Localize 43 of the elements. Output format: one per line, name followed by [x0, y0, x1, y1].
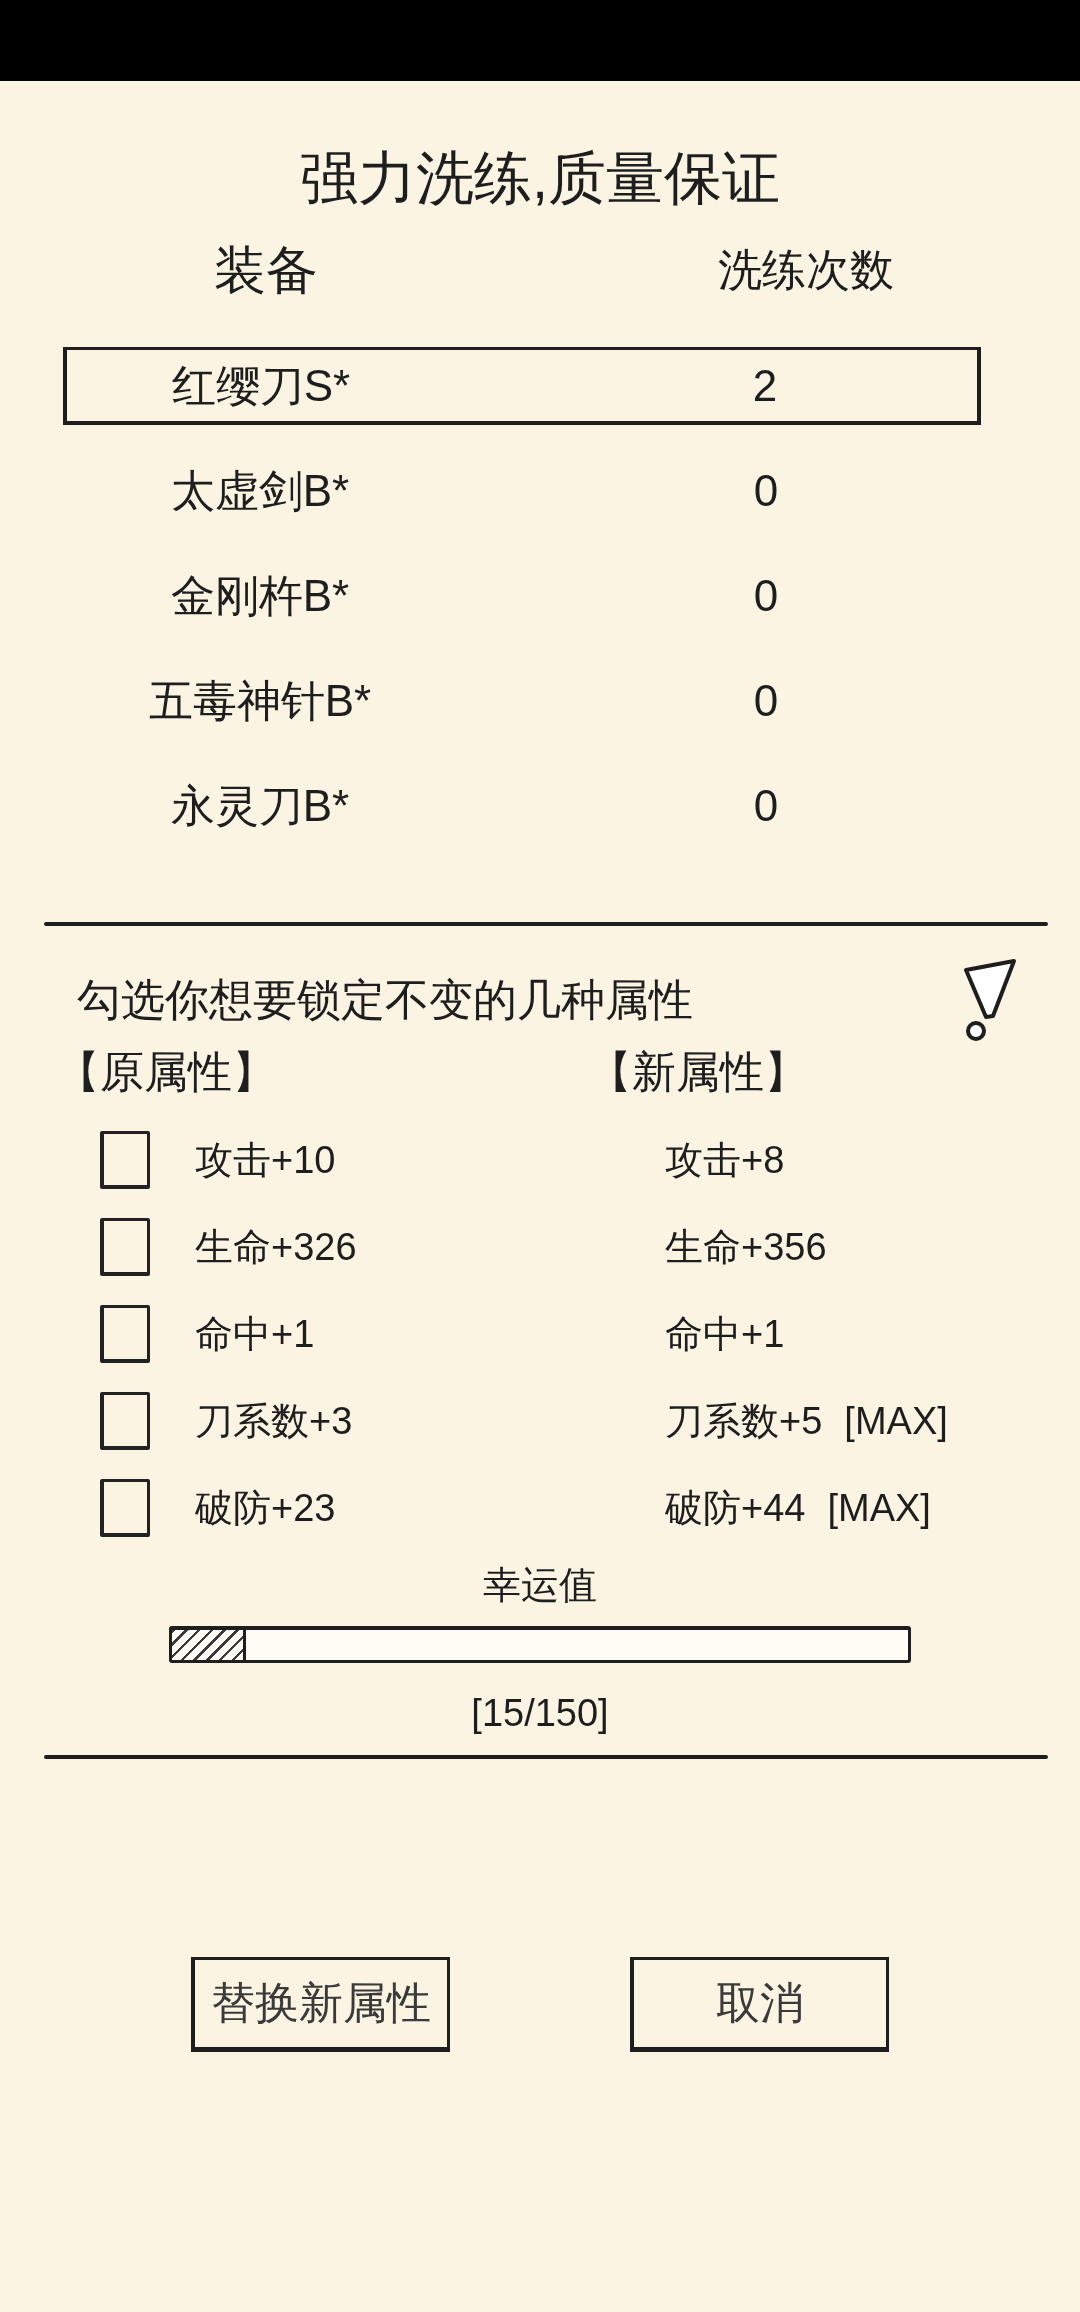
new-attribute: 攻击+8: [665, 1138, 785, 1183]
checkbox[interactable]: [100, 1218, 150, 1276]
equipment-name: 五毒神针B*: [148, 675, 372, 727]
equipment-name: 永灵刀B*: [170, 780, 350, 832]
wash-count: 2: [752, 359, 778, 412]
equipment-row[interactable]: 红缨刀S* 2: [63, 347, 981, 425]
checkbox[interactable]: [100, 1131, 150, 1189]
column-header: 装备: [214, 240, 318, 300]
equipment-name: 红缨刀S*: [171, 359, 351, 412]
original-attribute: 生命+326: [195, 1225, 357, 1270]
new-attribute: 破防+44: [665, 1486, 806, 1531]
original-attribute: 刀系数+3: [195, 1399, 353, 1444]
dialog-title: 强力洗练,质量保证: [299, 144, 781, 212]
max-tag: [MAX]: [844, 1398, 948, 1444]
original-attribute: 命中+1: [195, 1312, 315, 1357]
exclamation-icon[interactable]: [962, 956, 1018, 1042]
equipment-name: 太虚剑B*: [170, 465, 350, 517]
max-tag: [MAX]: [827, 1485, 931, 1531]
new-attribute: 命中+1: [665, 1312, 785, 1357]
checkbox[interactable]: [100, 1392, 150, 1450]
instruction-text: 勾选你想要锁定不变的几种属性: [77, 973, 693, 1026]
luck-reading: [15/150]: [471, 1691, 609, 1736]
equipment-row[interactable]: 五毒神针B* 0: [63, 662, 981, 740]
wash-count: 0: [753, 570, 779, 622]
wash-count: 0: [753, 675, 779, 727]
original-attributes-heading: 【原属性】: [56, 1046, 276, 1098]
equipment-row[interactable]: 永灵刀B* 0: [63, 767, 981, 845]
cancel-button[interactable]: 取消: [630, 1957, 889, 2052]
equipment-name: 金刚杵B*: [170, 570, 350, 622]
new-attributes-heading: 【新属性】: [588, 1046, 808, 1098]
equipment-row[interactable]: 金刚杵B* 0: [63, 557, 981, 635]
checkbox[interactable]: [100, 1305, 150, 1363]
column-header: 洗练次数: [718, 244, 894, 296]
new-attribute: 刀系数+5: [665, 1399, 823, 1444]
wash-count: 0: [753, 780, 779, 832]
original-attribute: 破防+23: [195, 1486, 336, 1531]
replace-attributes-button[interactable]: 替换新属性: [191, 1957, 450, 2052]
new-attribute: 生命+356: [665, 1225, 827, 1270]
checkbox[interactable]: [100, 1479, 150, 1537]
original-attribute: 攻击+10: [195, 1138, 336, 1183]
luck-label: 幸运值: [483, 1563, 597, 1608]
wash-count: 0: [753, 465, 779, 517]
equipment-row[interactable]: 太虚剑B* 0: [63, 452, 981, 530]
